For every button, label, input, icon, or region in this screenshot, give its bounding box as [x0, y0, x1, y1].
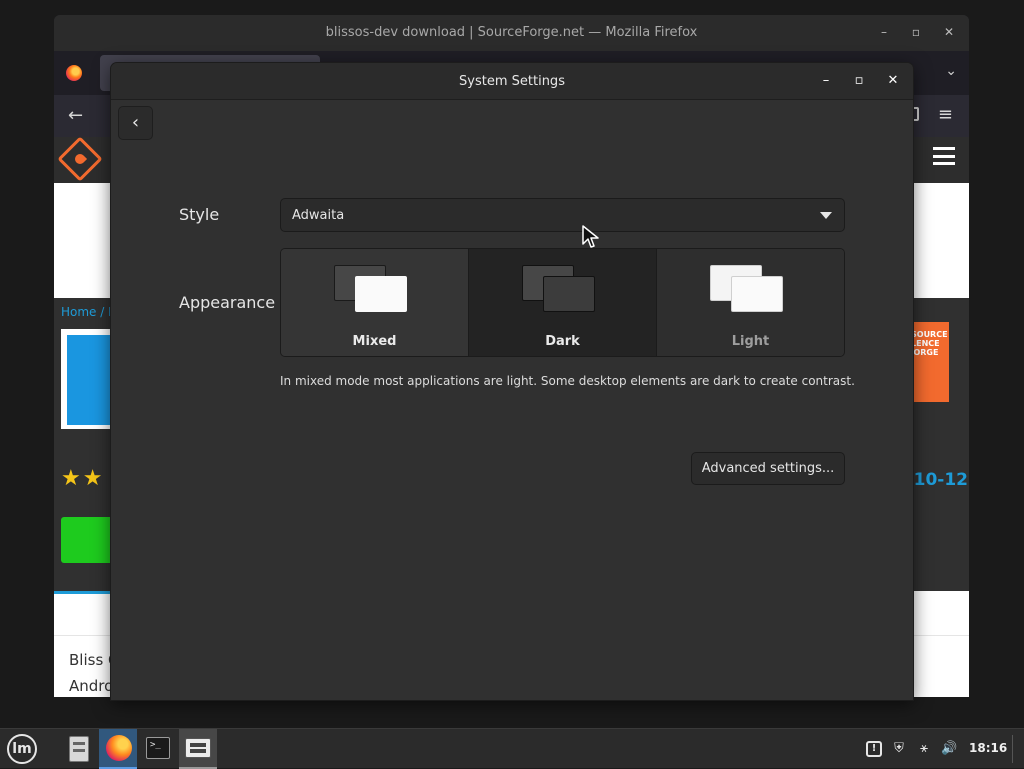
project-logo — [61, 329, 115, 429]
mixed-preview-front-window — [355, 276, 407, 312]
firefox-minimize-button[interactable]: – — [876, 25, 892, 39]
badge-text: SOURCE LENCE 'ORGE — [911, 330, 948, 357]
firefox-window-title: blissos-dev download | SourceForge.net —… — [325, 25, 698, 40]
download-button[interactable] — [61, 517, 113, 563]
settings-maximize-button[interactable]: ▫ — [849, 71, 869, 91]
dark-preview-front-window — [543, 276, 595, 312]
style-selected-value: Adwaita — [292, 208, 345, 223]
rating-stars: ★★ — [61, 466, 105, 491]
notifications-icon[interactable]: ! — [866, 741, 882, 757]
clock[interactable]: 18:16 — [969, 741, 1007, 755]
network-icon[interactable]: ⚹ — [916, 741, 932, 757]
volume-icon[interactable]: 🔊 — [941, 741, 957, 757]
sourceforge-flame-icon — [72, 151, 88, 167]
caret-down-icon — [820, 212, 832, 219]
lotus-icon — [67, 335, 113, 425]
update-manager-shield-icon[interactable]: ⛨ — [891, 741, 907, 757]
chevron-left-icon: ‹ — [131, 112, 140, 133]
taskbar-firefox-button[interactable] — [99, 729, 137, 769]
settings-close-button[interactable]: ✕ — [883, 71, 903, 91]
system-settings-window: System Settings – ▫ ✕ ‹ Style Adwaita Ap… — [111, 63, 913, 700]
file-cabinet-icon — [69, 736, 89, 762]
firefox-icon — [106, 735, 132, 761]
mouse-cursor-icon — [582, 225, 599, 248]
taskbar-files-button[interactable] — [60, 729, 98, 769]
settings-window-title: System Settings — [459, 74, 565, 89]
firefox-view-icon[interactable] — [66, 65, 82, 81]
appearance-description: In mixed mode most applications are ligh… — [280, 374, 855, 388]
tab-indicator — [54, 591, 114, 594]
taskbar: lm >_ ! ⛨ ⚹ 🔊 18:16 — [0, 728, 1024, 769]
firefox-close-button[interactable]: ✕ — [941, 25, 957, 39]
appearance-option-label: Light — [731, 334, 770, 349]
mint-logo-icon: lm — [7, 734, 37, 764]
last-update-date: -10-12 — [906, 470, 968, 490]
appearance-option-mixed[interactable]: Mixed — [281, 249, 469, 356]
start-menu-button[interactable]: lm — [2, 729, 40, 769]
back-button[interactable]: ‹ — [118, 106, 153, 140]
appearance-option-label: Dark — [545, 334, 580, 349]
style-dropdown[interactable]: Adwaita — [280, 198, 845, 232]
appearance-label: Appearance — [179, 293, 276, 312]
firefox-maximize-button[interactable]: ▫ — [908, 25, 924, 39]
taskbar-settings-button[interactable] — [179, 729, 217, 769]
taskbar-terminal-button[interactable]: >_ — [139, 729, 177, 769]
site-menu-icon[interactable] — [933, 147, 955, 165]
light-preview-front-window — [731, 276, 783, 312]
appearance-option-label: Mixed — [352, 334, 397, 349]
settings-app-icon — [185, 738, 211, 758]
show-desktop-divider[interactable] — [1012, 735, 1013, 763]
settings-titlebar[interactable]: System Settings – ▫ ✕ — [111, 63, 913, 100]
settings-minimize-button[interactable]: – — [816, 71, 836, 91]
advanced-settings-button[interactable]: Advanced settings... — [691, 452, 845, 485]
terminal-icon: >_ — [146, 737, 170, 759]
appearance-option-dark[interactable]: Dark — [469, 249, 657, 356]
back-arrow-icon[interactable]: ← — [68, 105, 83, 126]
breadcrumb[interactable]: Home / B — [61, 305, 116, 319]
appearance-selector: Mixed Dark Light — [280, 248, 845, 357]
style-label: Style — [179, 205, 220, 224]
app-menu-icon[interactable]: ≡ — [938, 104, 953, 125]
appearance-option-light[interactable]: Light — [657, 249, 844, 356]
sourceforge-logo[interactable] — [57, 136, 103, 182]
firefox-titlebar[interactable]: blissos-dev download | SourceForge.net —… — [54, 15, 969, 51]
open-source-excellence-badge: SOURCE LENCE 'ORGE — [909, 322, 949, 402]
list-tabs-chevron-icon[interactable]: ⌄ — [945, 63, 957, 79]
